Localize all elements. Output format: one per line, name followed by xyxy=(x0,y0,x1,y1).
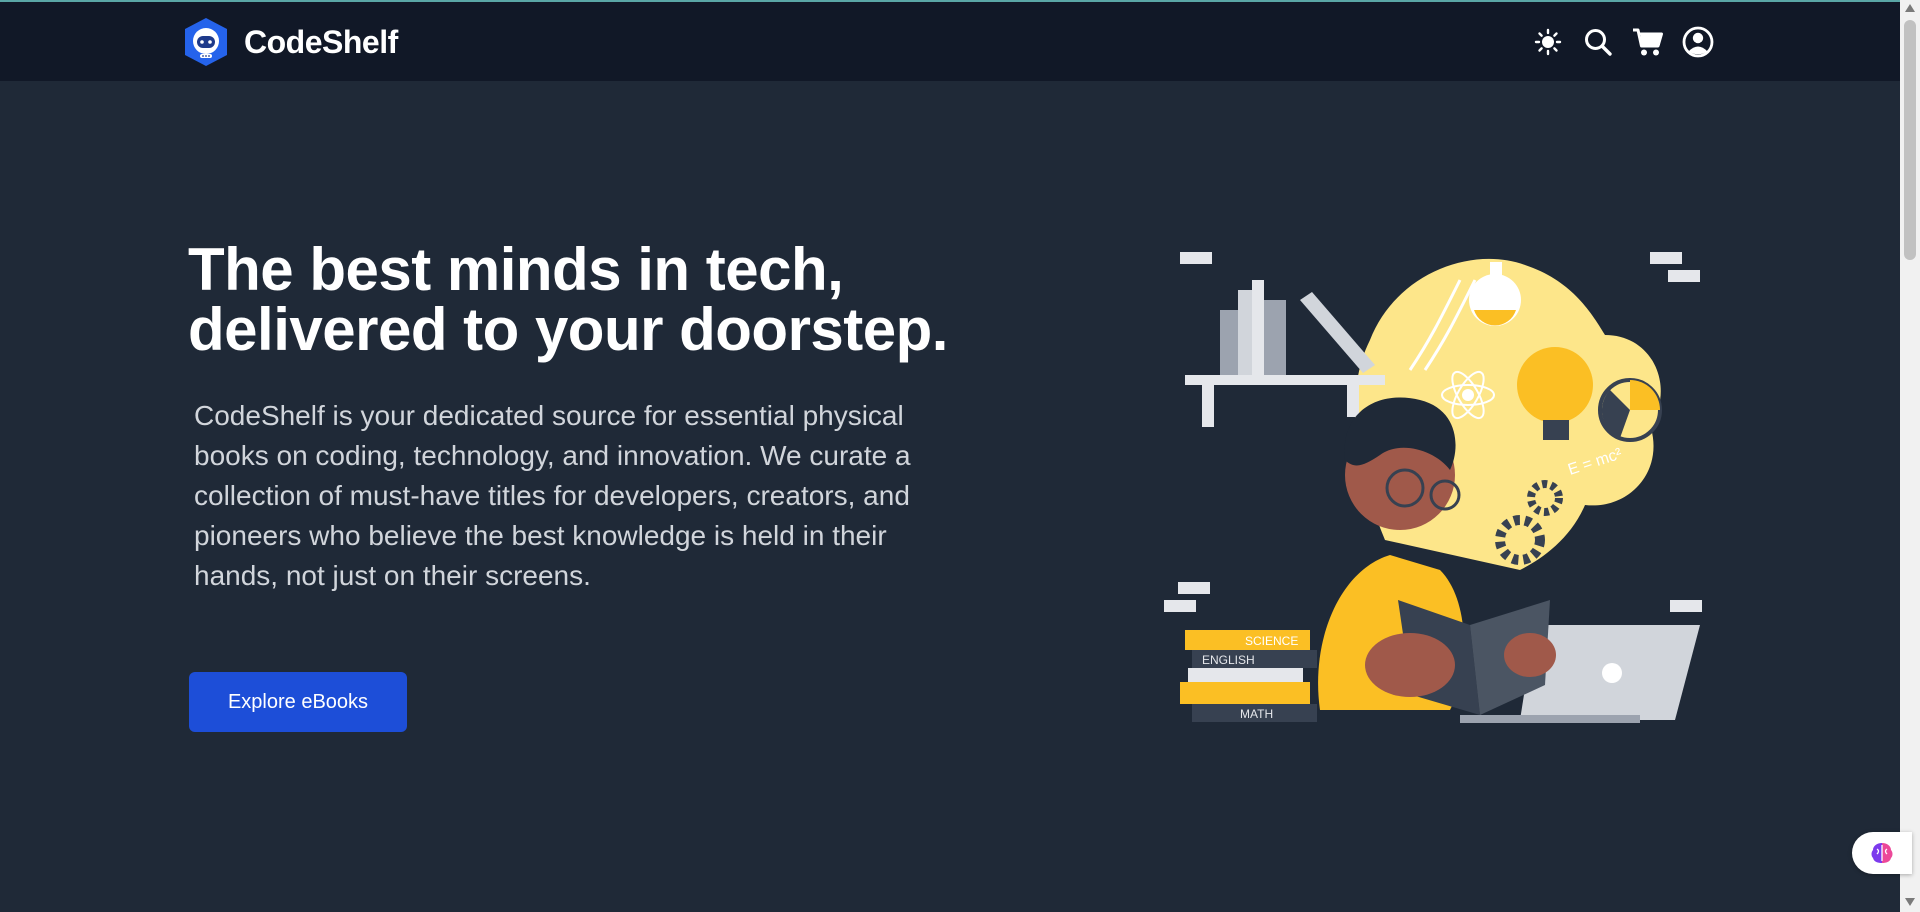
brain-icon xyxy=(1871,843,1893,863)
search-button[interactable] xyxy=(1580,24,1616,60)
search-icon xyxy=(1585,29,1612,56)
assistant-extension-button[interactable] xyxy=(1852,832,1912,874)
navbar: CodeShelf xyxy=(0,2,1900,81)
theme-toggle-button[interactable] xyxy=(1530,24,1566,60)
page-scrollbar[interactable] xyxy=(1900,0,1920,912)
astronaut-logo-icon xyxy=(185,18,227,66)
user-icon xyxy=(1682,26,1714,58)
hero-description: CodeShelf is your dedicated source for e… xyxy=(194,400,911,591)
scroll-down-arrow-icon[interactable] xyxy=(1905,898,1915,906)
explore-ebooks-button[interactable]: Explore eBooks xyxy=(189,672,407,732)
brand-link[interactable]: CodeShelf xyxy=(182,16,398,68)
cart-button[interactable] xyxy=(1630,24,1666,60)
cart-icon xyxy=(1633,28,1663,56)
book-label-science: SCIENCE xyxy=(1245,634,1298,648)
account-button[interactable] xyxy=(1680,24,1716,60)
brand-name: CodeShelf xyxy=(244,23,398,60)
reading-student-illustration: E = mc² SCIENCE ENGLISH MATH xyxy=(1164,252,1702,723)
nav-actions xyxy=(1530,24,1716,60)
hero-title-line-2: delivered to your doorstep. xyxy=(188,296,948,363)
book-label-english: ENGLISH xyxy=(1202,653,1255,667)
sun-icon xyxy=(1534,28,1562,56)
scroll-thumb[interactable] xyxy=(1904,20,1916,260)
book-label-math: MATH xyxy=(1240,707,1273,721)
scroll-up-arrow-icon[interactable] xyxy=(1905,4,1915,12)
hero-title: The best minds in tech, delivered to you… xyxy=(188,240,948,360)
hero-title-line-1: The best minds in tech, xyxy=(188,236,844,303)
